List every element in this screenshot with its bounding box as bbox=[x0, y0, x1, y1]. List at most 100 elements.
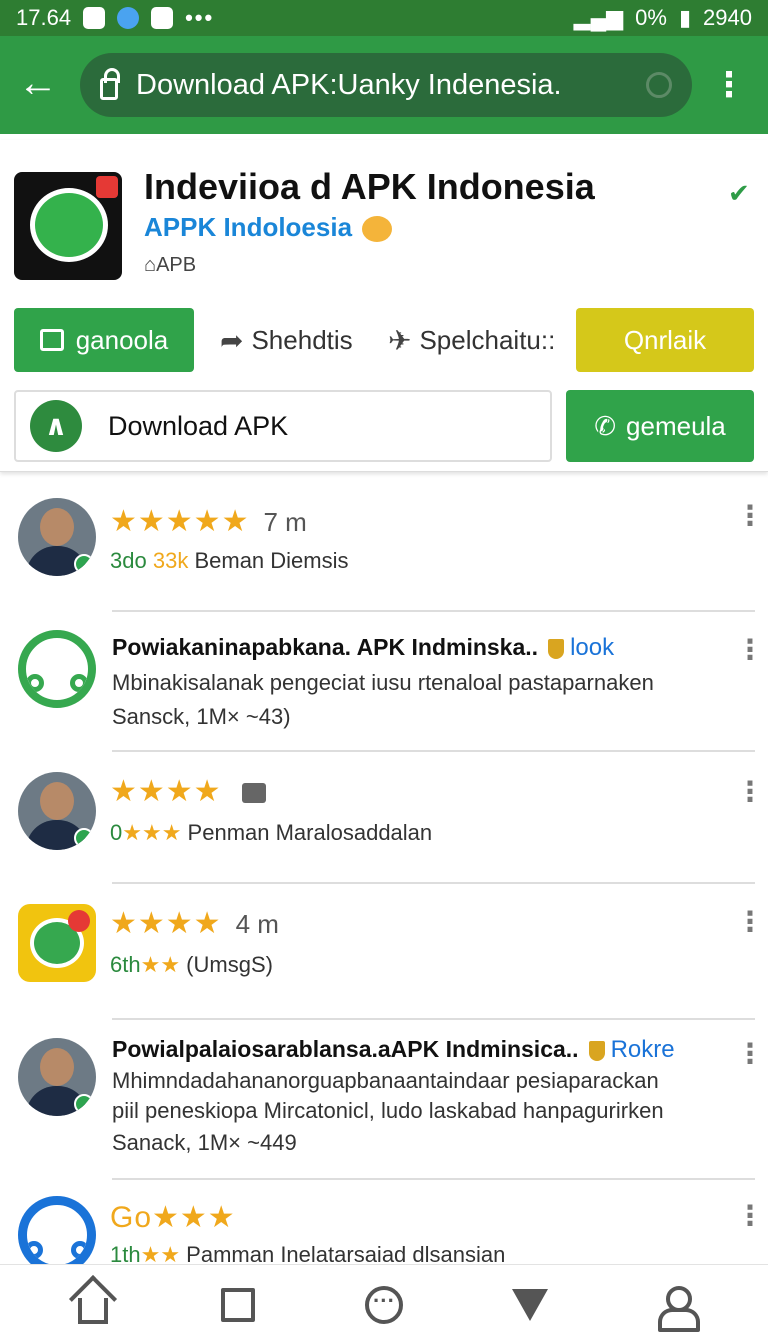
profile-nav-button[interactable] bbox=[655, 1285, 701, 1332]
overflow-menu-icon[interactable]: ⋮ bbox=[712, 68, 746, 102]
item-menu-icon[interactable]: ⋮ bbox=[736, 502, 764, 530]
post-tag-label: look bbox=[570, 634, 615, 661]
list-item[interactable]: Powialpalaiosarablansa.aAPK Indminsica..… bbox=[0, 1020, 768, 1180]
sub-text: (UmsgS) bbox=[186, 952, 273, 977]
developer-name: APPK Indoloesia bbox=[144, 212, 353, 242]
action-row: ganoola ➦ Shehdtis ✈ Spelchaitu:: Qnrlai… bbox=[14, 308, 754, 372]
sub-count: 1th bbox=[110, 1242, 141, 1264]
message-icon bbox=[151, 7, 174, 29]
avatar bbox=[18, 630, 96, 708]
home-icon bbox=[77, 1297, 108, 1324]
rating-stars: Go★★★ bbox=[110, 1200, 236, 1235]
item-time: 4 m bbox=[235, 909, 279, 939]
download-label: Download APK bbox=[108, 410, 289, 441]
avatar bbox=[18, 1038, 96, 1116]
avatar bbox=[18, 904, 96, 982]
app-notification-icon bbox=[117, 7, 140, 29]
shield-icon bbox=[548, 638, 565, 659]
post-body-line: Mbinakisalanak pengeciat iusu rtenaloal … bbox=[112, 670, 654, 695]
sub-count: 0 bbox=[110, 820, 123, 845]
post-title-text: Powiakaninapabkana. APK Indminska.. bbox=[112, 634, 539, 660]
post-meta-line: Sanack, 1M× ~449 bbox=[112, 1130, 297, 1155]
stars-glyphs: Go★★★ bbox=[110, 1201, 236, 1234]
primary-action-button[interactable]: ganoola bbox=[14, 308, 194, 372]
phone-icon: ✆ bbox=[594, 410, 617, 441]
alert-badge-icon bbox=[68, 910, 90, 932]
status-badge-icon bbox=[74, 828, 94, 848]
item-menu-icon[interactable]: ⋮ bbox=[736, 636, 764, 664]
emoji-icon bbox=[362, 216, 393, 243]
back-arrow-icon[interactable]: ← bbox=[18, 63, 58, 105]
person-icon bbox=[658, 1285, 701, 1332]
download-apk-button[interactable]: ∧ Download APK bbox=[14, 390, 552, 462]
wifi-signal-icon: ▂▄▆ bbox=[573, 5, 624, 30]
sub-count: 6th bbox=[110, 952, 141, 977]
post-meta-line: Sansck, 1M× ~43) bbox=[112, 704, 291, 729]
app-card: Indeviioa d APK Indonesia ✔ APPK Indoloe… bbox=[0, 140, 768, 472]
post-body-line: Mhimndadahananorguapbanaantaindaar pesia… bbox=[112, 1068, 659, 1093]
sub-text: Penman Maralosaddalan bbox=[187, 820, 433, 845]
lock-icon bbox=[241, 783, 266, 804]
status-bar: 17.64 ••• ▂▄▆ 0% ▮ 2940 bbox=[0, 0, 768, 36]
share-label: Shehdtis bbox=[251, 324, 353, 355]
tabs-nav-button[interactable] bbox=[218, 1285, 258, 1325]
battery-percent: 0% bbox=[635, 5, 667, 30]
item-menu-icon[interactable]: ⋮ bbox=[736, 1040, 764, 1068]
chat-nav-button[interactable]: ··· bbox=[364, 1285, 404, 1325]
avatar bbox=[18, 772, 96, 850]
primary-action-label: ganoola bbox=[75, 324, 169, 355]
list-item[interactable]: ★★★★ 0★★★ Penman Maralosaddalan ⋮ bbox=[0, 752, 768, 884]
item-menu-icon[interactable]: ⋮ bbox=[736, 1202, 764, 1230]
download-logo-icon: ∧ bbox=[30, 400, 82, 452]
status-time: 17.64 bbox=[16, 5, 72, 30]
send-label: Spelchaitu:: bbox=[419, 324, 556, 355]
secondary-action-button[interactable]: Qnrlaik bbox=[576, 308, 754, 372]
sub-text: Pamman Inelatarsaiad dlsansian bbox=[186, 1242, 506, 1264]
post-title-text: Powialpalaiosarablansa.aAPK Indminsica.. bbox=[112, 1036, 579, 1062]
home-nav-button[interactable] bbox=[73, 1285, 113, 1325]
stars-glyphs: ★★★★★ bbox=[110, 505, 250, 538]
post-tag-label: Rokre bbox=[610, 1036, 675, 1063]
call-button[interactable]: ✆ gemeula bbox=[566, 390, 754, 462]
stars-glyphs: ★★★★ bbox=[110, 907, 222, 940]
list-item[interactable]: ★★★★★ 7 m 3do 33k Beman Diemsis ⋮ bbox=[0, 490, 768, 612]
app-developer[interactable]: APPK Indoloesia bbox=[144, 212, 393, 243]
app-badge-icon bbox=[96, 176, 118, 198]
list-item[interactable]: Go★★★ 1th★★ Pamman Inelatarsaiad dlsansi… bbox=[0, 1180, 768, 1264]
share-icon: ➦ bbox=[220, 324, 244, 356]
sub-rating: ★★ bbox=[140, 1242, 181, 1264]
status-number: 2940 bbox=[703, 5, 752, 30]
list-item[interactable]: ★★★★ 4 m 6th★★ (UmsgS) ⋮ bbox=[0, 884, 768, 1020]
send-button[interactable]: ✈ Spelchaitu:: bbox=[388, 308, 555, 372]
sub-count: 3do bbox=[110, 548, 147, 573]
explore-nav-button[interactable] bbox=[510, 1285, 550, 1325]
share-button[interactable]: ➦ Shehdtis bbox=[220, 308, 353, 372]
avatar bbox=[18, 498, 96, 576]
post-title: Powiakaninapabkana. APK Indminska.. look bbox=[112, 634, 614, 662]
document-icon bbox=[39, 329, 64, 351]
list-item[interactable]: Powiakaninapabkana. APK Indminska.. look … bbox=[0, 612, 768, 752]
post-tag[interactable]: look bbox=[548, 634, 614, 661]
item-menu-icon[interactable]: ⋮ bbox=[736, 908, 764, 936]
lock-icon bbox=[100, 68, 120, 100]
item-subline: 0★★★ Penman Maralosaddalan bbox=[110, 820, 432, 846]
sub-rating: 33k bbox=[152, 548, 189, 573]
bottom-nav-bar: ··· bbox=[0, 1264, 768, 1344]
call-label: gemeula bbox=[626, 410, 726, 441]
verified-check-icon: ✔ bbox=[728, 178, 750, 208]
status-badge-icon bbox=[74, 1094, 94, 1114]
avatar bbox=[18, 1196, 96, 1264]
search-icon[interactable] bbox=[646, 72, 672, 98]
sub-rating: ★★★ bbox=[122, 820, 182, 845]
battery-icon: ▮ bbox=[678, 5, 692, 30]
url-text: Download APK:Uanky Indenesia. bbox=[136, 68, 562, 101]
post-tag[interactable]: Rokre bbox=[588, 1036, 675, 1063]
rating-stars: ★★★★ bbox=[110, 774, 266, 809]
address-bar[interactable]: Download APK:Uanky Indenesia. bbox=[80, 53, 692, 117]
post-body-line-2: piil peneskiopa Mircatonicl, ludo laskab… bbox=[112, 1098, 664, 1123]
item-subline: 3do 33k Beman Diemsis bbox=[110, 548, 349, 574]
notification-icon bbox=[83, 7, 106, 29]
item-subline: 1th★★ Pamman Inelatarsaiad dlsansian bbox=[110, 1242, 505, 1264]
item-menu-icon[interactable]: ⋮ bbox=[736, 778, 764, 806]
status-badge-icon bbox=[74, 554, 94, 574]
